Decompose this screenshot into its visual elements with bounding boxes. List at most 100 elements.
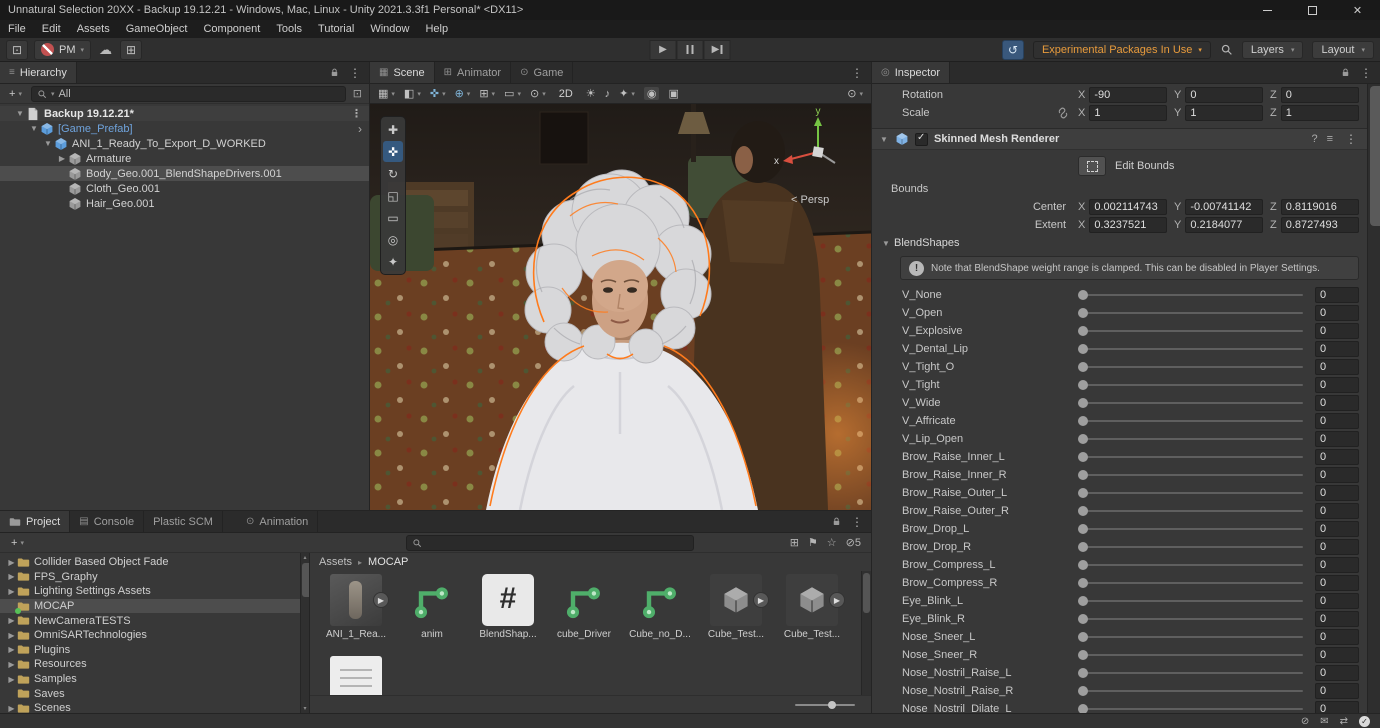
slider-knob[interactable] [1078, 704, 1088, 713]
scroll-up-icon[interactable]: ▴ [301, 554, 309, 561]
project-folder-row[interactable]: ▶ Lighting Settings Assets [0, 584, 309, 599]
hidden-packages-icon[interactable]: ⊘5 [846, 536, 861, 549]
slider-knob[interactable] [1078, 434, 1088, 444]
blendshape-slider[interactable] [1078, 684, 1303, 698]
pause-button[interactable] [677, 40, 704, 60]
audio-toggle-icon[interactable]: ♪ [605, 88, 611, 100]
lock-icon[interactable] [831, 516, 842, 527]
tab-plastic-scm[interactable]: Plastic SCM [144, 511, 223, 532]
blendshape-slider[interactable] [1078, 432, 1303, 446]
slider-knob[interactable] [1078, 524, 1088, 534]
project-folder-row[interactable]: ▶ FPS_Graphy [0, 570, 309, 585]
hierarchy-scene-row[interactable]: ▼ Backup 19.12.21* ⋮ [0, 106, 369, 121]
scrollbar-thumb[interactable] [302, 563, 310, 597]
blendshape-value-field[interactable]: 0 [1315, 467, 1359, 483]
scroll-down-icon[interactable]: ▾ [301, 705, 309, 712]
layout-dropdown[interactable]: Layout ▾ [1312, 41, 1374, 59]
expand-arrow[interactable]: ▶ [6, 558, 17, 567]
notifications-muted-icon[interactable]: ⊘ [1301, 716, 1309, 727]
gizmos-dropdown[interactable]: ⊙▾ [847, 87, 863, 100]
blendshape-slider[interactable] [1078, 522, 1303, 536]
rotation-z-field[interactable]: 0 [1281, 87, 1359, 103]
search-options-icon[interactable]: ⊡ [350, 87, 365, 100]
slider-knob[interactable] [1078, 290, 1088, 300]
blendshape-value-field[interactable]: 0 [1315, 359, 1359, 375]
blendshape-slider[interactable] [1078, 468, 1303, 482]
asset-item[interactable]: # ▶ ANI_1_Rea... [318, 571, 394, 653]
asset-item[interactable]: # ▶ BlendShap... [470, 571, 546, 653]
search-filter-caret[interactable]: ▾ [51, 90, 55, 98]
snap-settings-dropdown[interactable]: ⊞▾ [479, 87, 495, 100]
project-search-input[interactable] [406, 535, 694, 551]
extent-y-field[interactable]: 0.2184077 [1185, 217, 1263, 233]
tab-inspector[interactable]: ◎ Inspector [872, 62, 950, 83]
expand-arrow[interactable]: ▶ [6, 587, 17, 596]
blendshape-value-field[interactable]: 0 [1315, 665, 1359, 681]
hierarchy-item-ani-export[interactable]: ▼ ANI_1_Ready_To_Export_D_WORKED [0, 136, 369, 151]
blendshape-value-field[interactable]: 0 [1315, 287, 1359, 303]
slider-knob[interactable] [1078, 614, 1088, 624]
blendshape-value-field[interactable]: 0 [1315, 503, 1359, 519]
project-folder-row[interactable]: ▶ Plugins [0, 643, 309, 658]
expand-arrow[interactable]: ▶ [6, 631, 17, 640]
project-folder-row[interactable]: ▶ MOCAP [0, 599, 309, 614]
gizmo-y-label[interactable]: y [816, 106, 821, 117]
create-asset-button[interactable]: +▾ [6, 535, 29, 551]
tab-animator[interactable]: ⊞ Animator [435, 62, 511, 83]
blendshape-slider[interactable] [1078, 414, 1303, 428]
thumbnail-size-slider[interactable] [795, 704, 855, 706]
blendshape-slider[interactable] [1078, 378, 1303, 392]
blendshape-value-field[interactable]: 0 [1315, 539, 1359, 555]
slider-knob[interactable] [1078, 326, 1088, 336]
blendshape-value-field[interactable]: 0 [1315, 413, 1359, 429]
project-folder-row[interactable]: ▶ OmniSARTechnologies [0, 628, 309, 643]
2d-toggle[interactable]: 2D [555, 88, 577, 100]
sync-icon[interactable]: ⇄ [1340, 716, 1348, 727]
blendshape-slider[interactable] [1078, 450, 1303, 464]
slider-knob[interactable] [1078, 470, 1088, 480]
center-y-field[interactable]: -0.00741142 [1185, 199, 1263, 215]
blendshape-slider[interactable] [1078, 288, 1303, 302]
help-icon[interactable]: ? [1311, 133, 1317, 145]
menu-item[interactable]: Component [195, 20, 268, 38]
lock-icon[interactable] [329, 67, 340, 78]
tool-settings-dropdown[interactable]: ◧▾ [404, 87, 421, 100]
scrollbar-thumb[interactable] [863, 573, 870, 613]
edit-bounds-button[interactable] [1078, 156, 1106, 176]
menu-item[interactable]: Assets [69, 20, 118, 38]
tab-hierarchy[interactable]: ≡ Hierarchy [0, 62, 77, 83]
maximize-button[interactable] [1290, 0, 1335, 20]
blendshape-slider[interactable] [1078, 324, 1303, 338]
blendshape-value-field[interactable]: 0 [1315, 611, 1359, 627]
minimize-button[interactable] [1245, 0, 1290, 20]
gizmo-x-label[interactable]: x [774, 156, 779, 167]
menu-item[interactable]: Edit [34, 20, 69, 38]
slider-knob[interactable] [1078, 380, 1088, 390]
slider-knob[interactable] [1078, 362, 1088, 372]
background-tasks-icon[interactable]: ✓ [1359, 716, 1370, 727]
hierarchy-item-cloth-geo[interactable]: Cloth_Geo.001 [0, 181, 369, 196]
asset-item[interactable]: # ▶ [318, 653, 394, 695]
blendshape-slider[interactable] [1078, 342, 1303, 356]
slider-knob[interactable] [1078, 686, 1088, 696]
scale-z-field[interactable]: 1 [1281, 105, 1359, 121]
menu-item[interactable]: GameObject [118, 20, 196, 38]
expand-arrow[interactable]: ▶ [6, 572, 17, 581]
hierarchy-item-hair-geo[interactable]: Hair_Geo.001 [0, 196, 369, 211]
blendshape-slider[interactable] [1078, 540, 1303, 554]
services-icon[interactable]: ⊞ [120, 40, 142, 60]
tab-console[interactable]: ▤ Console [70, 511, 144, 532]
undo-history-icon[interactable]: ↺ [1002, 40, 1024, 60]
slider-knob[interactable] [1078, 344, 1088, 354]
hierarchy-item-body-geo[interactable]: Body_Geo.001_BlendShapeDrivers.001 [0, 166, 369, 181]
inspector-scrollbar[interactable] [1367, 84, 1380, 713]
blendshape-value-field[interactable]: 0 [1315, 701, 1359, 713]
asset-play-button[interactable]: ▶ [753, 592, 769, 608]
hierarchy-search-input[interactable]: ▾ All [31, 86, 346, 102]
blendshape-slider[interactable] [1078, 558, 1303, 572]
create-button[interactable]: +▾ [4, 86, 27, 102]
search-by-label-icon[interactable]: ⚑ [808, 536, 818, 549]
close-button[interactable]: ✕ [1335, 0, 1380, 20]
blendshape-slider[interactable] [1078, 630, 1303, 644]
inspector-menu-icon[interactable]: ⋮ [1357, 66, 1375, 80]
